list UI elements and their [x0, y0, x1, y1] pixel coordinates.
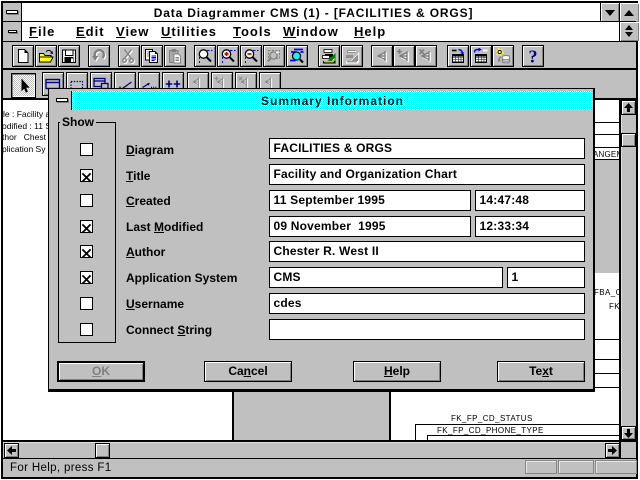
svg-text:?: ? [529, 48, 538, 64]
